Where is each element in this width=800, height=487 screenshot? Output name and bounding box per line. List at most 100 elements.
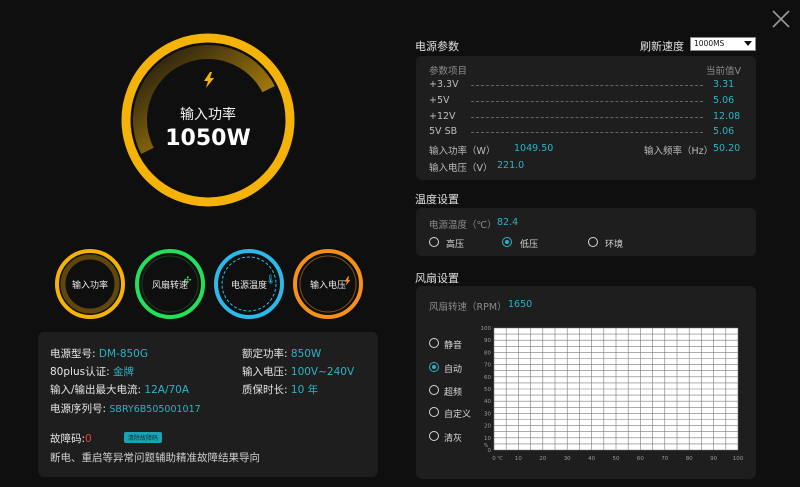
- serial-label: 电源序列号:: [50, 403, 107, 415]
- x-tick-label: 50: [613, 456, 620, 462]
- small-gauge-label: 风扇转速: [151, 281, 188, 291]
- fan-mode-dust-clean-label: 清灰: [444, 434, 463, 444]
- refresh-speed-label: 刷新速度: [640, 40, 684, 53]
- x-tick-label: 30: [564, 456, 571, 462]
- small-gauge-temperature[interactable]: 电源温度 🌡: [213, 248, 285, 320]
- rated-power-value: 850W: [290, 348, 322, 360]
- input-power-value: 1049.50: [514, 143, 554, 154]
- fan-mode-custom[interactable]: [429, 407, 439, 417]
- temperature-panel: 电源温度（℃） 82.4 高压 低压 环境: [416, 208, 756, 256]
- psu-info-panel: 电源型号: DM-850G 额定功率: 850W 80plus认证: 金牌 输入…: [38, 332, 378, 477]
- fan-icon: ✣: [184, 276, 192, 286]
- fault-code-row: 故障码:0: [50, 431, 92, 446]
- refresh-speed-value: 1000MS: [694, 39, 725, 48]
- y-tick-label: 70: [484, 363, 491, 369]
- warranty-value: 10 年: [290, 384, 319, 396]
- y-tick-label: 80: [484, 350, 491, 356]
- certification-value: 金牌: [112, 366, 134, 378]
- fault-description: 断电、重启等异常问题辅助精准故障结果导向: [50, 452, 260, 464]
- fan-mode-auto[interactable]: [429, 362, 439, 372]
- thermometer-icon: 🌡: [265, 275, 277, 285]
- input-power-gauge: 输入功率 1050W: [118, 30, 298, 210]
- close-icon[interactable]: [770, 8, 792, 30]
- param-name-5vsb: 5V SB: [429, 126, 458, 137]
- bolt-icon: [204, 72, 214, 88]
- rated-power-row: 额定功率: 850W: [242, 346, 321, 361]
- param-value-5v: 5.06: [713, 95, 735, 106]
- clear-fault-button[interactable]: 清除故障码: [124, 432, 163, 443]
- rated-power-label: 额定功率:: [242, 348, 288, 360]
- x-tick-label: 80: [686, 456, 693, 462]
- x-tick-label: 0: [492, 456, 496, 462]
- x-unit-label: ℃: [497, 456, 503, 462]
- input-voltage-range-row: 输入电压: 100V~240V: [242, 364, 354, 379]
- refresh-speed-select[interactable]: 1000MS: [690, 37, 756, 51]
- model-row: 电源型号: DM-850G: [50, 346, 148, 361]
- x-tick-label: 100: [733, 456, 744, 462]
- y-tick-label: 60: [484, 375, 491, 381]
- input-frequency-label: 输入频率（Hz）: [644, 146, 714, 157]
- input-power-value: 1050W: [165, 126, 251, 151]
- input-voltage-range-value: 100V~240V: [290, 366, 355, 378]
- model-label: 电源型号:: [50, 348, 96, 360]
- fan-mode-boost-label: 超频: [444, 388, 463, 398]
- current-value-header: 当前值V: [706, 66, 741, 77]
- param-name-3v3: +3.3V: [429, 79, 459, 90]
- radio-low-voltage-label: 低压: [520, 240, 539, 250]
- y-tick-label: 90: [484, 338, 491, 344]
- fan-curve-chart[interactable]: 100 90 80 70 60 50 40 30 20 100 0 10 20 30 40 50 60 70 80 9…: [476, 318, 752, 470]
- fan-mode-custom-label: 自定义: [444, 410, 472, 420]
- y-tick-label: 30: [484, 411, 491, 417]
- power-params-title: 电源参数: [415, 40, 459, 53]
- fan-settings-title: 风扇设置: [415, 272, 459, 285]
- fan-speed-value: 1650: [508, 299, 533, 310]
- warranty-label: 质保时长:: [242, 384, 288, 396]
- divider: [471, 101, 703, 102]
- serial-row: 电源序列号: SBRY6B505001017: [50, 401, 201, 416]
- divider: [471, 117, 703, 118]
- divider: [471, 85, 703, 86]
- small-gauge-label: 输入电压: [309, 281, 346, 291]
- radio-ambient[interactable]: [588, 237, 598, 247]
- fan-speed-label: 风扇转速（RPM）: [429, 302, 507, 313]
- y-tick-label: 40: [484, 399, 491, 405]
- small-gauge-fan-speed[interactable]: 风扇转速 ✣: [134, 248, 206, 320]
- small-gauge-input-voltage[interactable]: 输入电压: [292, 248, 364, 320]
- radio-high-voltage-label: 高压: [446, 240, 465, 250]
- divider: [471, 132, 703, 133]
- warranty-row: 质保时长: 10 年: [242, 382, 318, 397]
- y-tick-label: 100: [481, 326, 492, 332]
- chevron-down-icon: [744, 41, 752, 46]
- radio-low-voltage[interactable]: [502, 237, 512, 247]
- y-unit-label: %: [484, 443, 489, 449]
- input-power-label: 输入功率: [180, 107, 236, 123]
- input-voltage-label: 输入电压（V）: [429, 163, 493, 174]
- param-value-5vsb: 5.06: [713, 126, 735, 137]
- y-tick-label: 50: [484, 387, 491, 393]
- fault-code-label: 故障码:: [50, 433, 86, 445]
- param-value-12v: 12.08: [713, 111, 741, 122]
- radio-ambient-label: 环境: [605, 240, 624, 250]
- input-power-label: 输入功率（W）: [429, 146, 496, 157]
- input-voltage-range-label: 输入电压:: [242, 366, 288, 378]
- x-tick-label: 20: [539, 456, 546, 462]
- model-value: DM-850G: [98, 348, 149, 360]
- certification-label: 80plus认证:: [50, 366, 110, 378]
- param-name-5v: +5V: [429, 95, 450, 106]
- small-gauge-label: 输入功率: [71, 281, 108, 291]
- fan-mode-dust-clean[interactable]: [429, 431, 439, 441]
- fan-mode-silent-label: 静音: [444, 341, 463, 351]
- fan-mode-auto-label: 自动: [444, 365, 463, 375]
- y-tick-label: 10: [484, 436, 491, 442]
- x-tick-label: 90: [710, 456, 717, 462]
- serial-value: SBRY6B505001017: [109, 404, 201, 415]
- param-item-header: 参数项目: [429, 66, 468, 77]
- radio-high-voltage[interactable]: [429, 237, 439, 247]
- fan-mode-silent[interactable]: [429, 338, 439, 348]
- max-current-row: 输入/输出最大电流: 12A/70A: [50, 382, 189, 397]
- temperature-title: 温度设置: [415, 193, 459, 206]
- small-gauge-input-power[interactable]: 输入功率: [54, 248, 126, 320]
- fan-mode-boost[interactable]: [429, 385, 439, 395]
- certification-row: 80plus认证: 金牌: [50, 364, 134, 379]
- psu-temp-label: 电源温度（℃）: [429, 220, 497, 231]
